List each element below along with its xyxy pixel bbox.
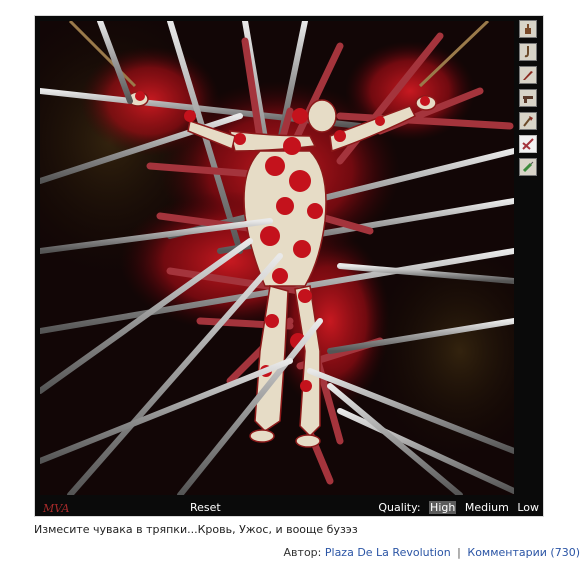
syringe-tool-icon [522, 161, 534, 173]
quality-selector: Quality: High Medium Low [378, 499, 539, 516]
game-canvas[interactable] [40, 21, 514, 495]
hand-tool-button[interactable] [519, 20, 537, 38]
svg-text:MVA: MVA [42, 502, 69, 515]
game-caption: Измесите чувака в тряпки...Кровь, Ужос, … [34, 523, 358, 536]
game-frame: MVA Reset Quality: High Medium Low [34, 15, 544, 517]
quality-option-low[interactable]: Low [517, 501, 539, 514]
game-meta: Автор: Plaza De La Revolution | Коммента… [284, 546, 580, 559]
author-label: Автор: [283, 546, 322, 559]
game-logo: MVA [42, 502, 69, 515]
knife-tool-icon [523, 71, 533, 80]
spikes-tool-icon [522, 138, 534, 150]
game-control-bar: MVA Reset Quality: High Medium Low [35, 499, 543, 516]
quality-label: Quality: [378, 501, 421, 514]
meta-separator: | [457, 546, 461, 559]
spikes-tool-button[interactable] [519, 135, 537, 153]
gun-tool-icon [523, 96, 533, 103]
axe-tool-button[interactable] [519, 112, 537, 130]
quality-option-medium[interactable]: Medium [465, 501, 509, 514]
comments-link[interactable]: Комментарии (730) [467, 546, 580, 559]
syringe-tool-button[interactable] [519, 158, 537, 176]
author-link[interactable]: Plaza De La Revolution [325, 546, 451, 559]
hand-tool-icon [525, 24, 531, 34]
quality-option-high[interactable]: High [429, 501, 457, 514]
reset-button[interactable]: Reset [190, 499, 221, 516]
knife-tool-button[interactable] [519, 66, 537, 84]
gun-tool-button[interactable] [519, 89, 537, 107]
tool-palette [518, 20, 542, 181]
axe-tool-icon [523, 116, 533, 127]
hook-tool-icon [524, 46, 529, 58]
hook-tool-button[interactable] [519, 43, 537, 61]
